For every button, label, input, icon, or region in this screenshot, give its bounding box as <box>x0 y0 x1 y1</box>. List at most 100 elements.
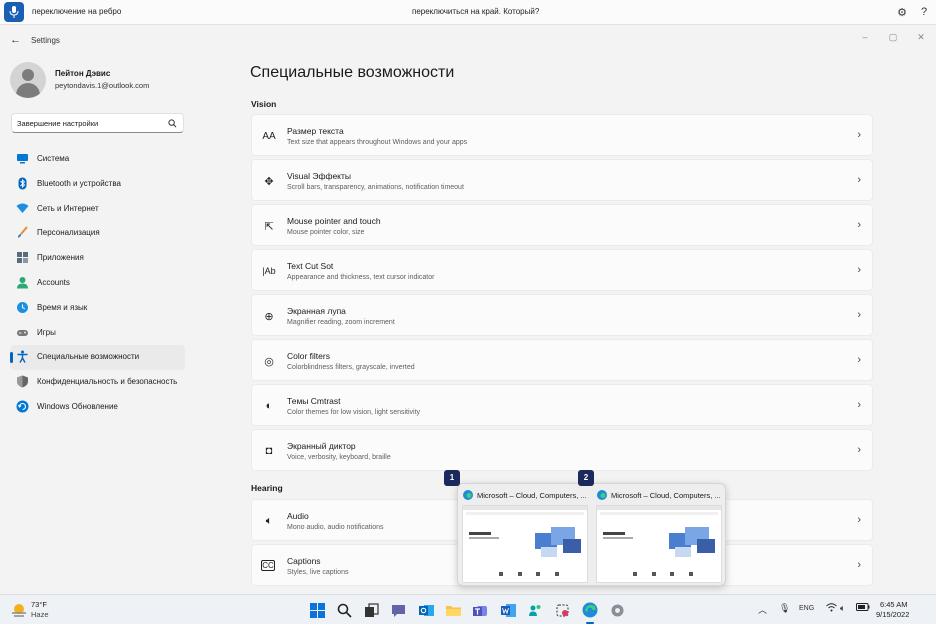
microphone-icon[interactable]: 🎙︎ <box>779 603 790 614</box>
sidebar-item-personalization[interactable]: Персонализация <box>10 221 185 246</box>
teams-app-button[interactable] <box>470 600 490 620</box>
weather-condition: Haze <box>31 610 49 619</box>
card-subtitle: Styles, live captions <box>287 569 349 576</box>
close-icon[interactable]: ✕ <box>914 30 928 44</box>
outlook-app-button[interactable] <box>416 600 436 620</box>
weather-haze-icon[interactable] <box>11 602 27 618</box>
sidebar-item-accounts[interactable]: Accounts <box>10 271 185 296</box>
voice-prompt-text: переключиться на край. Который? <box>412 7 540 16</box>
page-title: Специальные возможности <box>250 64 455 81</box>
sidebar-item-bluetooth[interactable]: Bluetooth и устройства <box>10 172 185 197</box>
snipping-tool-button[interactable] <box>552 600 572 620</box>
window-preview-thumbnail[interactable] <box>462 505 588 583</box>
sidebar-item-gaming[interactable]: Игры <box>10 321 185 346</box>
hearing-section-header: Hearing <box>251 483 283 493</box>
account-icon <box>17 276 28 289</box>
mouse-pointer-card[interactable]: ⇱ Mouse pointer and touch Mouse pointer … <box>251 204 873 246</box>
visual-effects-card[interactable]: ✥ Visual Эффекты Scroll bars, transparen… <box>251 159 873 201</box>
sidebar-item-label: Игры <box>37 327 56 337</box>
color-filters-card[interactable]: ◎ Color filters Colorblindness filters, … <box>251 339 873 381</box>
app-title: Settings <box>31 36 60 45</box>
sidebar-item-time-language[interactable]: Время и язык <box>10 296 185 321</box>
time-language-icon <box>17 301 28 313</box>
avatar[interactable] <box>10 62 46 98</box>
battery-icon[interactable] <box>856 603 870 613</box>
sidebar-item-system[interactable]: Система <box>10 147 185 172</box>
wifi-icon[interactable] <box>826 603 837 614</box>
card-title: Размер текста <box>287 126 344 136</box>
clock-time[interactable]: 6:45 AM <box>880 600 908 609</box>
card-title: Экранная лупа <box>287 306 346 316</box>
card-title: Text Cut Sot <box>287 261 334 271</box>
chevron-right-icon: › <box>857 444 861 456</box>
chevron-right-icon: › <box>857 174 861 186</box>
preview-badge: 2 <box>578 470 594 486</box>
chevron-right-icon: › <box>857 514 861 526</box>
search-input[interactable] <box>17 117 162 130</box>
accessibility-icon <box>17 350 28 364</box>
people-app-button[interactable] <box>525 600 545 620</box>
system-display-icon <box>17 154 28 164</box>
help-icon[interactable]: ? <box>917 5 931 19</box>
volume-icon[interactable]: 🔈︎ <box>840 603 845 614</box>
search-icon[interactable] <box>168 119 177 128</box>
brush-icon <box>18 226 28 239</box>
sidebar-item-network[interactable]: Сеть и Интернет <box>10 197 185 222</box>
text-cursor-card[interactable]: |Ab Text Cut Sot Appearance and thicknes… <box>251 249 873 291</box>
clock-date[interactable]: 9/15/2022 <box>876 610 909 619</box>
snipping-tool-icon <box>555 603 569 617</box>
word-app-button[interactable] <box>498 600 518 620</box>
gear-icon[interactable]: ⚙ <box>895 5 909 19</box>
edge-icon <box>463 490 473 500</box>
mouse-pointer-icon: ⇱ <box>264 220 274 233</box>
card-title: Captions <box>287 556 321 566</box>
input-language[interactable]: ENG <box>799 605 814 612</box>
taskbar-search-button[interactable] <box>334 600 354 620</box>
chevron-right-icon: › <box>857 219 861 231</box>
sidebar-item-label: Приложения <box>37 253 84 263</box>
narrator-icon: ◘ <box>265 445 273 457</box>
voice-typing-bar: переключение на ребро переключиться на к… <box>0 0 936 25</box>
sidebar-item-privacy[interactable]: Конфиденциальность и безопасность <box>10 370 185 395</box>
contrast-themes-card[interactable]: ◐ Темы Cmtrast Color themes for low visi… <box>251 384 873 426</box>
audio-icon: 🔈︎ <box>265 514 273 527</box>
chevron-up-icon[interactable]: ︿ <box>758 603 767 616</box>
magnifier-card[interactable]: ⊕ Экранная лупа Magnifier reading, zoom … <box>251 294 873 336</box>
chevron-right-icon: › <box>857 354 861 366</box>
task-view-button[interactable] <box>361 600 381 620</box>
edge-icon <box>597 490 607 500</box>
microphone-button[interactable] <box>4 2 24 22</box>
text-size-icon: AA <box>262 130 276 142</box>
captions-icon: CC <box>261 560 275 571</box>
settings-search[interactable] <box>11 113 184 133</box>
maximize-icon[interactable]: ▢ <box>886 30 900 44</box>
sidebar-item-accessibility[interactable]: Специальные возможности <box>10 345 185 371</box>
card-title: Mouse pointer and touch <box>287 216 381 226</box>
narrator-card[interactable]: ◘ Экранный диктор Voice, verbosity, keyb… <box>251 429 873 471</box>
sidebar-nav: Система Bluetooth и устройства Сеть и Ин… <box>10 147 185 420</box>
card-subtitle: Mouse pointer color, size <box>287 229 365 236</box>
user-name: Пейтон Дэвис <box>55 69 111 78</box>
chevron-right-icon: › <box>857 309 861 321</box>
start-button[interactable] <box>307 600 327 620</box>
sidebar-item-label: Сеть и Интернет <box>37 203 99 213</box>
card-title: Экранный диктор <box>287 441 356 451</box>
text-size-card[interactable]: AA Размер текста Text size that appears … <box>251 114 873 156</box>
edge-app-button[interactable] <box>580 600 600 624</box>
sidebar-item-apps[interactable]: Приложения <box>10 246 185 271</box>
card-subtitle: Scroll bars, transparency, animations, n… <box>287 184 464 191</box>
sidebar-item-windows-update[interactable]: Windows Обновление <box>10 395 185 420</box>
edge-icon <box>582 602 598 618</box>
settings-app-button[interactable] <box>607 600 627 620</box>
chevron-right-icon: › <box>857 399 861 411</box>
minimize-icon[interactable]: – <box>858 30 872 44</box>
gaming-icon <box>17 329 28 336</box>
window-preview-thumbnail[interactable] <box>596 505 722 583</box>
visual-effects-icon: ✥ <box>264 175 274 188</box>
search-icon <box>337 603 352 618</box>
chat-app-button[interactable] <box>388 600 408 620</box>
file-explorer-button[interactable] <box>443 600 463 620</box>
back-arrow-icon[interactable]: ← <box>10 34 21 46</box>
card-subtitle: Colorblindness filters, grayscale, inver… <box>287 364 415 371</box>
card-subtitle: Mono audio, audio notifications <box>287 524 384 531</box>
